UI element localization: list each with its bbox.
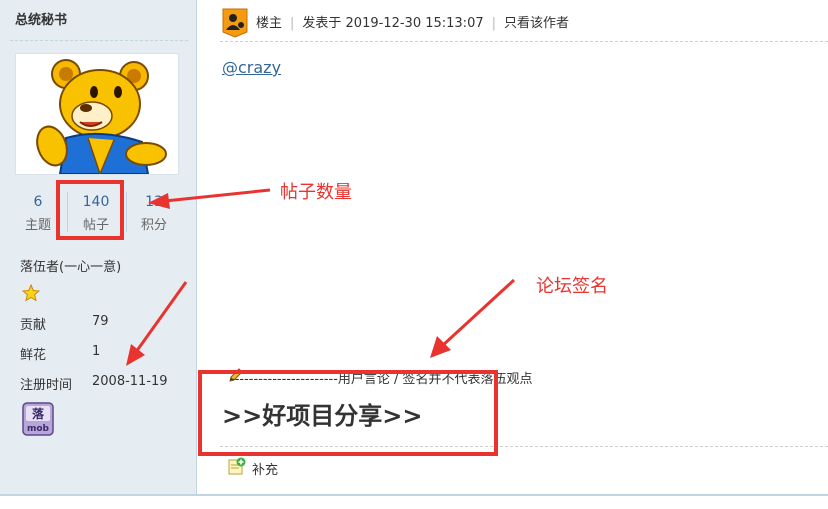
stat-label: 积分: [140, 218, 167, 233]
arrow-signature-head: [430, 336, 451, 358]
divider: [0, 494, 828, 496]
thread-starter-icon: [222, 8, 248, 38]
post-meta: 楼主 | 发表于 2019-12-30 15:13:07 | 只看该作者: [256, 12, 569, 31]
user-group[interactable]: 落伍者(一心一意): [20, 256, 121, 275]
signature-highlight-box: [198, 370, 498, 456]
username[interactable]: 总统秘书: [15, 9, 67, 28]
annotation-post-count: 帖子数量: [280, 182, 352, 203]
divider: [10, 40, 188, 41]
stat-credits[interactable]: 13 积分: [126, 186, 182, 234]
only-author-link[interactable]: 只看该作者: [504, 16, 569, 31]
bear-avatar-icon: [36, 59, 167, 177]
star-icon: [22, 284, 40, 302]
divider: [220, 41, 828, 42]
info-key: 贡献: [20, 318, 47, 333]
add-note-icon[interactable]: [228, 457, 246, 475]
thread-starter-label: 楼主: [256, 16, 283, 31]
annotation-signature: 论坛签名: [536, 276, 608, 297]
info-key: 鲜花: [20, 348, 47, 363]
info-key: 注册时间: [20, 378, 73, 393]
svg-text:mob: mob: [27, 424, 50, 434]
svg-text:落: 落: [32, 406, 45, 421]
mention-link[interactable]: @crazy: [222, 58, 281, 77]
info-value: 1: [92, 344, 101, 359]
user-sidebar: 总统秘书 6 主题 140 帖子 13 积分 落伍者(一心一意) 贡献 79 鲜…: [0, 0, 197, 494]
separator: |: [290, 16, 295, 31]
info-value: 79: [92, 314, 109, 329]
post-time: 发表于 2019-12-30 15:13:07: [302, 16, 484, 31]
post-count-highlight-box: [56, 180, 124, 240]
mob-badge-icon[interactable]: 落 mob: [22, 402, 54, 436]
avatar[interactable]: [15, 53, 179, 177]
separator: |: [491, 16, 496, 31]
stat-value: 13: [145, 194, 163, 210]
arrow-signature-line: [440, 278, 516, 348]
info-value: 2008-11-19: [92, 374, 168, 389]
supplement-link[interactable]: 补充: [252, 459, 278, 478]
